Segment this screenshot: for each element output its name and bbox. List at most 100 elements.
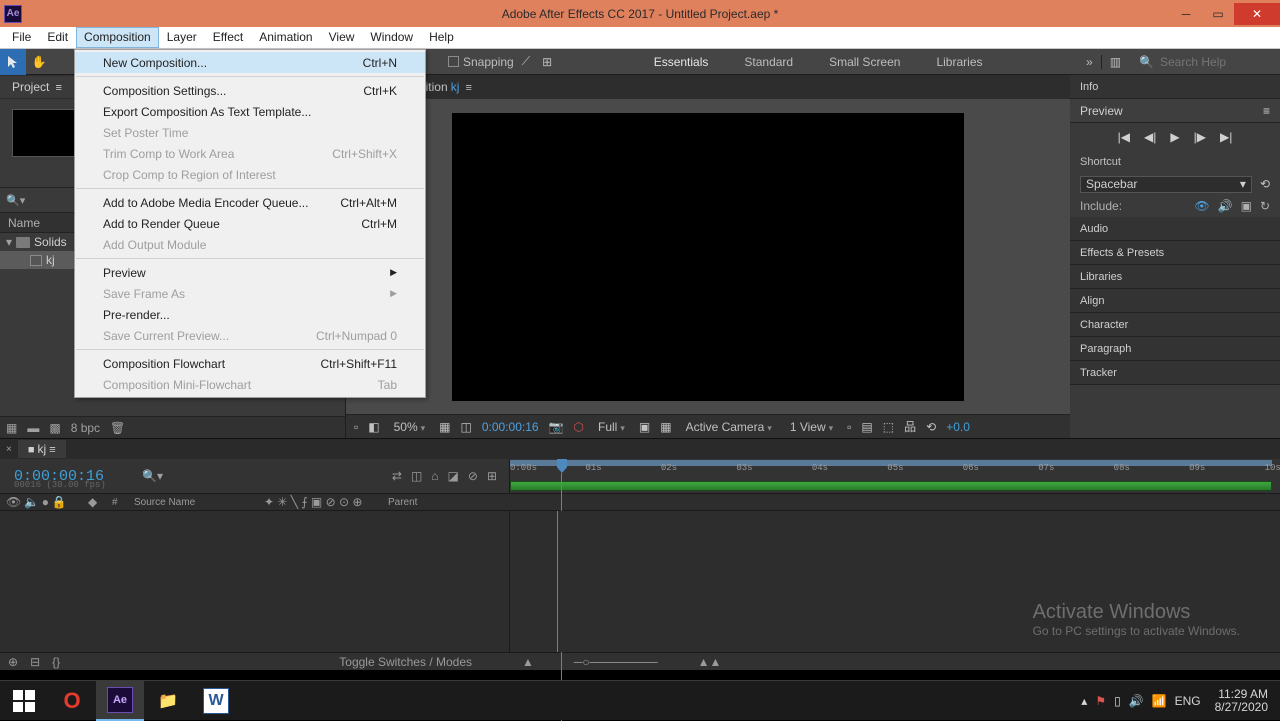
current-time[interactable]: 0:00:00:16 xyxy=(482,420,539,434)
include-overlays-icon[interactable]: ▣ xyxy=(1241,199,1252,213)
timeline-search-icon[interactable]: 🔍▾ xyxy=(142,469,163,483)
motion-blur-icon[interactable]: ⊘ xyxy=(468,469,478,483)
channel-icon[interactable]: ⬡ xyxy=(574,420,584,434)
menu-help[interactable]: Help xyxy=(421,27,462,48)
workspace-panel-icon[interactable]: ▥ xyxy=(1101,55,1129,69)
close-timeline-tab-icon[interactable]: × xyxy=(6,444,12,455)
info-panel-header[interactable]: Info xyxy=(1070,75,1280,99)
include-video-icon[interactable]: 👁 xyxy=(1194,199,1209,213)
menu-effect[interactable]: Effect xyxy=(205,27,251,48)
timeline-icon[interactable]: ⬚ xyxy=(883,420,894,434)
menu-item[interactable]: Composition Settings...Ctrl+K xyxy=(75,80,425,101)
panel-character[interactable]: Character xyxy=(1070,313,1280,337)
project-column-name[interactable]: Name xyxy=(8,216,40,230)
menu-animation[interactable]: Animation xyxy=(251,27,320,48)
exposure-value[interactable]: +0.0 xyxy=(946,420,970,434)
timeline-tab[interactable]: ■ kj ≡ xyxy=(18,440,66,458)
flowchart-icon[interactable]: 品 xyxy=(904,418,916,435)
roi-icon[interactable]: ▣ xyxy=(639,420,650,434)
close-button[interactable]: ✕ xyxy=(1234,3,1280,25)
draft3d-icon[interactable]: ◫ xyxy=(411,469,422,483)
menu-layer[interactable]: Layer xyxy=(159,27,205,48)
zoom-dropdown[interactable]: 50% xyxy=(390,420,430,434)
tray-language[interactable]: ENG xyxy=(1175,694,1201,708)
prev-frame-icon[interactable]: ◀| xyxy=(1144,130,1156,144)
snapshot-icon[interactable]: 📷 xyxy=(549,420,564,434)
menu-item[interactable]: Add to Render QueueCtrl+M xyxy=(75,213,425,234)
timeline-layer-list[interactable] xyxy=(0,511,510,652)
menu-item[interactable]: Add to Adobe Media Encoder Queue...Ctrl+… xyxy=(75,192,425,213)
lock-col-icon[interactable]: 🔒 xyxy=(52,495,67,509)
panel-paragraph[interactable]: Paragraph xyxy=(1070,337,1280,361)
new-folder-icon[interactable]: ▬ xyxy=(27,421,39,435)
parent-column-header[interactable]: Parent xyxy=(384,494,510,510)
include-audio-icon[interactable]: 🔊 xyxy=(1218,199,1233,213)
selection-tool[interactable] xyxy=(0,49,26,75)
panel-align[interactable]: Align xyxy=(1070,289,1280,313)
menu-view[interactable]: View xyxy=(321,27,363,48)
mask-icon[interactable]: ◫ xyxy=(461,420,472,434)
taskbar-explorer[interactable]: 📁 xyxy=(144,681,192,721)
panel-tracker[interactable]: Tracker xyxy=(1070,361,1280,385)
menu-item[interactable]: Preview▶ xyxy=(75,262,425,283)
workspace-standard[interactable]: Standard xyxy=(726,55,811,69)
shortcut-dropdown[interactable]: Spacebar▾ xyxy=(1080,176,1252,193)
audio-col-icon[interactable]: 🔈 xyxy=(24,495,39,509)
loop-icon[interactable]: ↻ xyxy=(1260,199,1270,213)
resolution-dropdown[interactable]: Full xyxy=(594,420,629,434)
workspace-small-screen[interactable]: Small Screen xyxy=(811,55,918,69)
search-help[interactable]: 🔍 xyxy=(1129,55,1280,69)
last-frame-icon[interactable]: ▶| xyxy=(1220,130,1232,144)
maximize-button[interactable]: ▭ xyxy=(1202,3,1234,25)
tray-clock[interactable]: 11:29 AM 8/27/2020 xyxy=(1209,688,1274,714)
tray-network-icon[interactable]: ▯ xyxy=(1114,694,1121,708)
next-frame-icon[interactable]: |▶ xyxy=(1194,130,1206,144)
views-dropdown[interactable]: 1 View xyxy=(786,420,837,434)
menu-item[interactable]: Export Composition As Text Template... xyxy=(75,101,425,122)
toggle-switches-modes[interactable]: Toggle Switches / Modes xyxy=(339,655,502,669)
source-name-column-header[interactable]: Source Name xyxy=(130,494,260,510)
current-time-indicator[interactable] xyxy=(557,459,567,493)
shy-icon[interactable]: ⌂ xyxy=(431,469,438,483)
tl-foot-icon-2[interactable]: ⊟ xyxy=(30,655,40,669)
composition-canvas[interactable] xyxy=(452,113,964,401)
snapping-toggle[interactable]: Snapping ⟋ ⊞ xyxy=(442,54,558,69)
menu-window[interactable]: Window xyxy=(362,27,421,48)
tl-foot-icon-1[interactable]: ⊕ xyxy=(8,655,18,669)
solo-col-icon[interactable]: ● xyxy=(42,495,49,509)
taskbar-after-effects[interactable]: Ae xyxy=(96,681,144,721)
switches-icons[interactable]: ✦ ✳ ╲ ⨍ ▣ ⊘ ⊙ ⊕ xyxy=(264,495,362,509)
start-button[interactable] xyxy=(0,681,48,721)
menu-item[interactable]: Composition FlowchartCtrl+Shift+F11 xyxy=(75,353,425,374)
tray-wifi-icon[interactable]: 📶 xyxy=(1152,694,1167,708)
menu-file[interactable]: File xyxy=(4,27,39,48)
alpha-icon[interactable]: ◧ xyxy=(368,420,379,434)
magnification-icon[interactable]: ▫ xyxy=(354,420,358,434)
index-column-header[interactable]: # xyxy=(108,494,130,510)
new-comp-icon[interactable]: ▩ xyxy=(49,421,60,435)
timeline-ruler[interactable]: 0:00s01s02s03s04s05s06s07s08s09s10s xyxy=(510,459,1280,493)
menu-item[interactable]: New Composition...Ctrl+N xyxy=(75,52,425,73)
color-depth[interactable]: 8 bpc xyxy=(71,421,100,435)
workspace-essentials[interactable]: Essentials xyxy=(636,55,727,69)
video-col-icon[interactable]: 👁 xyxy=(6,495,21,509)
pixel-aspect-icon[interactable]: ▫ xyxy=(847,420,851,434)
zoom-in-icon[interactable]: ▲▲ xyxy=(698,655,722,669)
panel-audio[interactable]: Audio xyxy=(1070,217,1280,241)
fast-preview-icon[interactable]: ▤ xyxy=(861,420,872,434)
reset-shortcut-icon[interactable]: ⟲ xyxy=(1260,177,1270,191)
reset-exposure-icon[interactable]: ⟲ xyxy=(926,420,936,434)
workspace-libraries[interactable]: Libraries xyxy=(918,55,1000,69)
menu-item[interactable]: Pre-render... xyxy=(75,304,425,325)
comp-mini-flowchart-icon[interactable]: ⇄ xyxy=(392,469,402,483)
preview-panel-header[interactable]: Preview≡ xyxy=(1070,99,1280,123)
menu-edit[interactable]: Edit xyxy=(39,27,76,48)
minimize-button[interactable]: ─ xyxy=(1170,3,1202,25)
interpret-footage-icon[interactable]: ▦ xyxy=(6,421,17,435)
timeline-tracks[interactable] xyxy=(510,511,1280,652)
trash-icon[interactable]: 🗑 xyxy=(110,421,125,435)
tray-show-hidden-icon[interactable]: ▴ xyxy=(1081,694,1087,708)
frame-blend-icon[interactable]: ◪ xyxy=(448,469,459,483)
label-col-icon[interactable]: ◆ xyxy=(88,495,97,509)
transparency-grid-icon[interactable]: ▦ xyxy=(660,420,671,434)
